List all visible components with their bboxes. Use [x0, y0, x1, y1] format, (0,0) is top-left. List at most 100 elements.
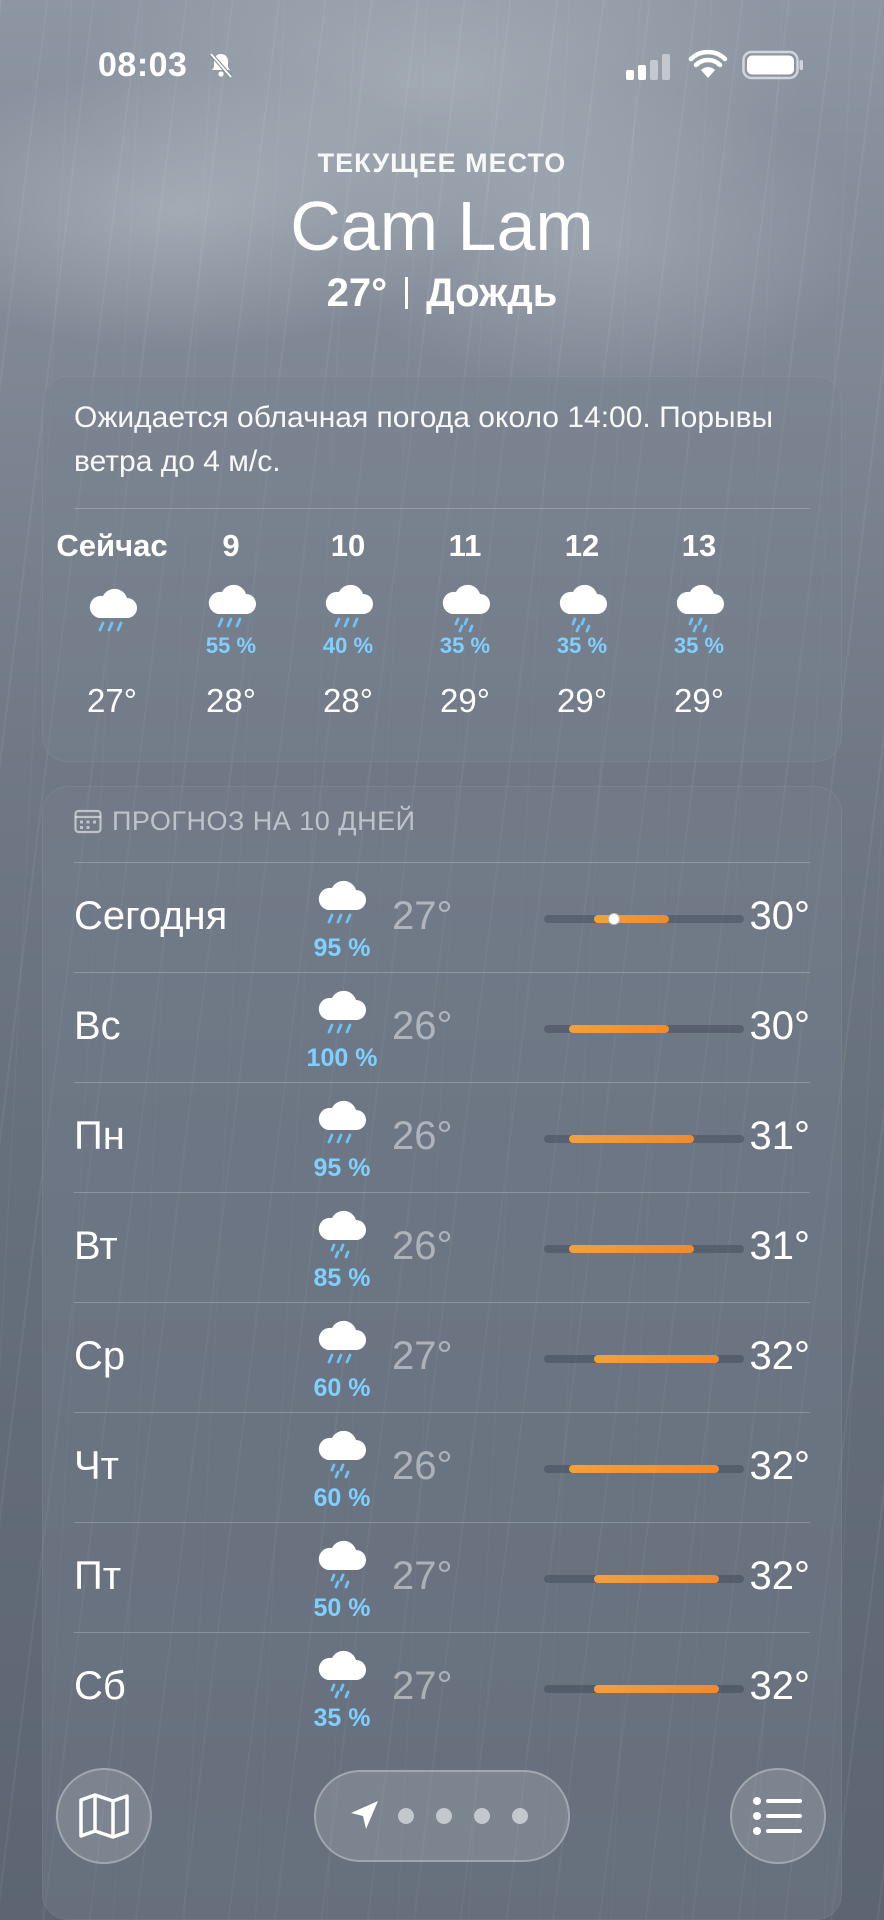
- rain-icon: [318, 1430, 366, 1479]
- divider: [74, 1412, 810, 1413]
- temp-range-bar: [544, 1465, 744, 1473]
- daily-forecast-header: ПРОГНОЗ НА 10 ДНЕЙ: [74, 806, 416, 846]
- low-temp: 26°: [392, 1444, 453, 1488]
- page-dot[interactable]: [436, 1808, 452, 1824]
- hourly-forecast-card[interactable]: Ожидается облачная погода около 14:00. П…: [42, 376, 842, 762]
- divider: [74, 1632, 810, 1633]
- rain-icon: [89, 588, 137, 632]
- hour-precip: [52, 632, 172, 660]
- daily-row[interactable]: Вт 85 % 26° 31°: [74, 1192, 810, 1302]
- map-icon: [79, 1793, 129, 1839]
- rain-icon: [676, 584, 724, 633]
- calendar-icon: [74, 809, 102, 834]
- hour-item[interactable]: Сейчас 27°: [52, 526, 172, 720]
- status-bar: 08:03: [0, 44, 884, 88]
- status-time: 08:03: [98, 46, 188, 84]
- hour-label: 12: [564, 528, 600, 563]
- high-temp: 32°: [749, 1444, 811, 1488]
- current-location-arrow-icon: [351, 1801, 378, 1829]
- hour-temp: 29°: [557, 682, 607, 719]
- day-label: Ср: [74, 1334, 126, 1378]
- daily-forecast-card[interactable]: ПРОГНОЗ НА 10 ДНЕЙ Сегодня 95 % 27° 30° Вс 10…: [42, 786, 842, 1920]
- temp-range-bar: [544, 1355, 744, 1363]
- high-temp: 31°: [749, 1114, 811, 1158]
- day-label: Сб: [74, 1664, 126, 1708]
- hour-precip: 35 %: [439, 633, 491, 658]
- city-name: Cam Lam: [290, 187, 594, 265]
- temp-range-bar: [544, 1685, 744, 1693]
- divider: [74, 1302, 810, 1303]
- location-page-indicator[interactable]: [314, 1770, 570, 1862]
- hour-temp: 28°: [323, 682, 373, 719]
- low-temp: 27°: [392, 1334, 453, 1378]
- hour-precip: 35 %: [556, 633, 608, 658]
- daily-row[interactable]: Чт 60 % 26° 32°: [74, 1412, 810, 1522]
- battery-icon: [742, 50, 803, 80]
- hour-temp: 27°: [87, 682, 137, 719]
- temp-range-fill: [569, 1135, 694, 1143]
- low-temp: 26°: [392, 1004, 453, 1048]
- day-label: Чт: [74, 1444, 119, 1488]
- temp-range-fill: [569, 1245, 694, 1253]
- daily-row[interactable]: Вс 100 % 26° 30°: [74, 972, 810, 1082]
- hour-temp: 28°: [206, 682, 256, 719]
- daily-row[interactable]: Пн 95 % 26° 31°: [74, 1082, 810, 1192]
- daily-row[interactable]: Ср 60 % 27° 32°: [74, 1302, 810, 1412]
- low-temp: 26°: [392, 1224, 453, 1268]
- low-temp: 27°: [392, 1664, 453, 1708]
- page-dot[interactable]: [474, 1808, 490, 1824]
- hour-label: Сейчас: [56, 528, 168, 563]
- rain-icon: [559, 584, 607, 633]
- condition-text: Дождь: [426, 271, 558, 315]
- temp-range-bar: [544, 1575, 744, 1583]
- daily-row[interactable]: Сегодня 95 % 27° 30°: [74, 862, 810, 972]
- page-dot[interactable]: [512, 1808, 528, 1824]
- hour-item[interactable]: 11 35 % 29°: [405, 526, 525, 720]
- hour-item[interactable]: 9 55 % 28°: [171, 526, 291, 720]
- hour-label: 10: [330, 528, 366, 563]
- temp-range-fill: [569, 1025, 669, 1033]
- high-temp: 32°: [749, 1664, 811, 1708]
- low-temp: 26°: [392, 1114, 453, 1158]
- divider: [74, 1082, 810, 1083]
- high-temp: 31°: [749, 1224, 811, 1268]
- divider: [74, 972, 810, 973]
- low-temp: 27°: [392, 1554, 453, 1598]
- hour-precip: 35 %: [673, 633, 725, 658]
- forecast-summary: Ожидается облачная погода около 14:00. П…: [74, 401, 774, 478]
- current-temp: 27°: [326, 271, 388, 315]
- locations-list-button[interactable]: [730, 1768, 826, 1864]
- day-label: Сегодня: [74, 894, 228, 938]
- page-dot[interactable]: [398, 1808, 414, 1824]
- divider: [74, 1522, 810, 1523]
- hour-item[interactable]: 10 40 % 28°: [288, 526, 408, 720]
- hour-item[interactable]: 13 35 % 29°: [639, 526, 759, 720]
- divider: [74, 508, 810, 509]
- daily-row[interactable]: Сб 35 % 27° 32°: [74, 1632, 810, 1742]
- rain-icon: [318, 1540, 366, 1589]
- rain-icon: [318, 1210, 366, 1259]
- current-temp-dot: [608, 913, 620, 925]
- hour-label: 9: [222, 528, 240, 563]
- hour-precip: 40 %: [322, 633, 374, 658]
- hour-precip: 55 %: [205, 633, 257, 658]
- rain-icon: [208, 584, 256, 628]
- precip-chance: 95 %: [313, 934, 371, 962]
- hour-item[interactable]: 12 35 % 29°: [522, 526, 642, 720]
- day-label: Пт: [74, 1554, 122, 1598]
- precip-chance: 50 %: [313, 1594, 371, 1622]
- precip-chance: 95 %: [313, 1154, 371, 1182]
- heavy-rain-icon: [318, 990, 366, 1034]
- day-label: Вт: [74, 1224, 118, 1268]
- day-label: Пн: [74, 1114, 125, 1158]
- temp-range-bar: [544, 1025, 744, 1033]
- map-button[interactable]: [56, 1768, 152, 1864]
- temp-range-fill: [594, 1355, 719, 1363]
- daily-row[interactable]: Пт 50 % 27° 32°: [74, 1522, 810, 1632]
- precip-chance: 85 %: [313, 1264, 371, 1292]
- temp-range-fill: [569, 1465, 719, 1473]
- high-temp: 32°: [749, 1334, 811, 1378]
- temp-range-fill: [594, 1575, 719, 1583]
- temp-range-fill: [594, 915, 669, 923]
- precip-chance: 60 %: [313, 1484, 371, 1512]
